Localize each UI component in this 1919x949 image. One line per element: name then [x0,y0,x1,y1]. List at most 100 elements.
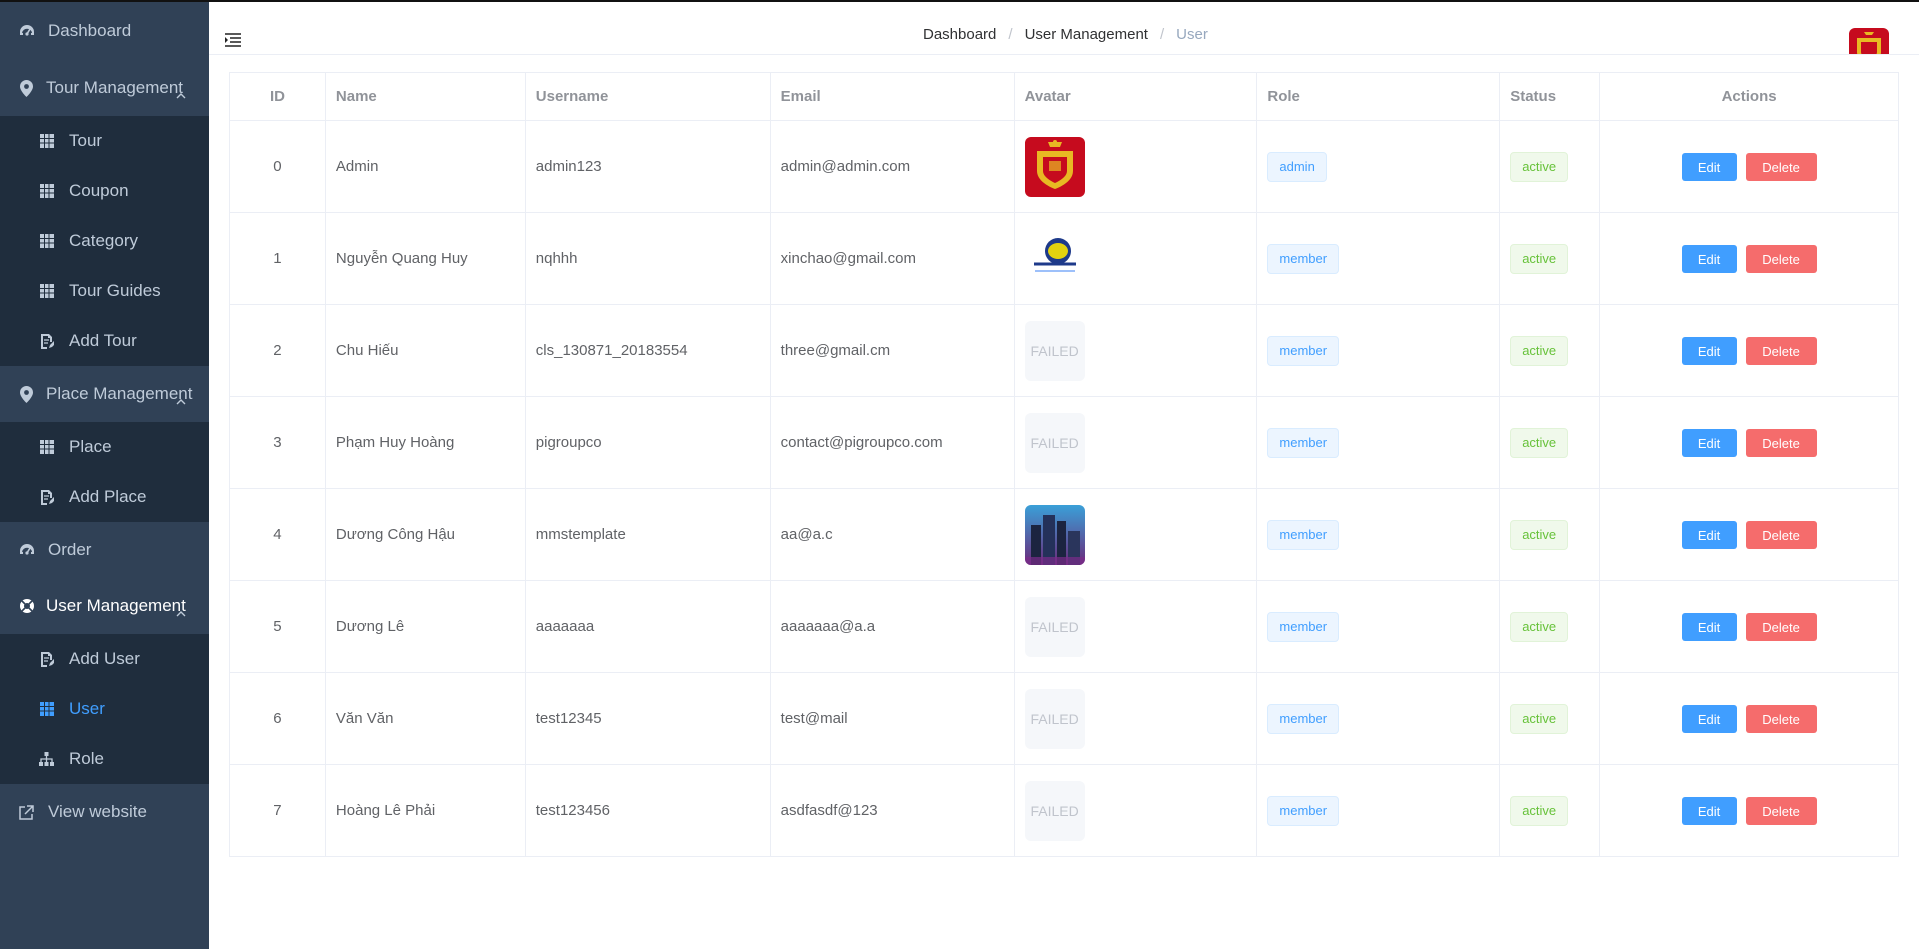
sidebar-item-coupon[interactable]: Coupon [0,166,209,216]
sidebar-item-add-user[interactable]: Add User [0,634,209,684]
delete-button[interactable]: Delete [1745,428,1817,457]
cell-avatar: FAILED [1013,672,1258,765]
sidebar-item-category[interactable]: Category [0,216,209,266]
table-grid-icon [39,284,54,299]
dashboard-icon [18,542,35,559]
dashboard-icon [18,23,35,40]
column-header-actions: Actions [1599,72,1899,121]
edit-button[interactable]: Edit [1681,152,1737,181]
sidebar-group-user-management[interactable]: User Management [0,578,209,634]
cell-id: 7 [229,764,326,857]
breadcrumb-item-dashboard[interactable]: Dashboard [923,26,996,43]
status-badge: active [1510,151,1569,182]
avatar-failed[interactable]: FAILED [1024,688,1085,749]
avatar-image-spain-crest[interactable] [1024,136,1085,197]
avatar-failed[interactable]: FAILED [1024,780,1085,841]
cell-email: contact@pigroupco.com [769,396,1015,489]
document-edit-icon [39,333,54,349]
sidebar-item-label: Add Place [69,487,147,506]
sidebar-item-add-tour[interactable]: Add Tour [0,316,209,366]
column-header-email[interactable]: Email [769,72,1015,121]
delete-button[interactable]: Delete [1745,612,1817,641]
table-row: 4 Dương Công Hậu mmstemplate aa@a.c memb… [229,488,1899,581]
edit-button[interactable]: Edit [1681,612,1737,641]
edit-button[interactable]: Edit [1681,428,1737,457]
column-header-name[interactable]: Name [324,72,526,121]
sidebar-item-tour-guides[interactable]: Tour Guides [0,266,209,316]
sidebar-item-label: User [69,699,105,718]
cell-role: member [1256,672,1501,765]
sidebar-item-label: Add Tour [69,331,137,350]
avatar-image-de-manejar-logo[interactable] [1024,228,1085,289]
column-header-role[interactable]: Role [1256,72,1501,121]
sidebar-item-user[interactable]: User [0,684,209,734]
column-header-username[interactable]: Username [524,72,771,121]
menu-fold-icon[interactable] [225,33,241,47]
edit-button[interactable]: Edit [1681,704,1737,733]
avatar-failed[interactable]: FAILED [1024,596,1085,657]
cell-name: Admin [324,120,526,213]
column-header-id[interactable]: ID [229,72,326,121]
table-row: 7 Hoàng Lê Phải test123456 asdfasdf@123 … [229,764,1899,857]
cell-status: active [1499,212,1601,305]
cell-role: member [1256,396,1501,489]
cell-status: active [1499,672,1601,765]
role-badge: member [1267,427,1340,458]
cell-id: 6 [229,672,326,765]
navbar: Dashboard / User Management / User [209,2,1919,55]
breadcrumb-item-current: User [1176,26,1208,43]
delete-button[interactable]: Delete [1745,336,1817,365]
edit-button[interactable]: Edit [1681,520,1737,549]
edit-button[interactable]: Edit [1681,336,1737,365]
status-badge: active [1510,519,1569,550]
cell-email: aaaaaaa@a.a [769,580,1015,673]
sidebar-item-dashboard[interactable]: Dashboard [0,2,209,60]
cell-name: Hoàng Lê Phải [324,764,526,857]
document-edit-icon [39,489,54,505]
sidebar-item-order[interactable]: Order [0,522,209,578]
cell-id: 0 [229,120,326,213]
avatar-image-city-night[interactable] [1024,504,1085,565]
breadcrumb-separator: / [1008,26,1013,43]
delete-button[interactable]: Delete [1745,796,1817,825]
column-header-avatar[interactable]: Avatar [1013,72,1258,121]
avatar-failed[interactable]: FAILED [1024,320,1085,381]
cell-avatar: FAILED [1013,580,1258,673]
cell-name: Phạm Huy Hoàng [324,396,526,489]
edit-button[interactable]: Edit [1681,244,1737,273]
delete-button[interactable]: Delete [1745,520,1817,549]
sidebar-item-add-place[interactable]: Add Place [0,472,209,522]
cell-avatar [1013,212,1258,305]
edit-button[interactable]: Edit [1681,796,1737,825]
sidebar-item-role[interactable]: Role [0,734,209,784]
delete-button[interactable]: Delete [1745,152,1817,181]
role-badge: member [1267,795,1340,826]
sidebar-item-place[interactable]: Place [0,422,209,472]
sidebar-group-place-management[interactable]: Place Management [0,366,209,422]
breadcrumb-item-user-management[interactable]: User Management [1025,26,1148,43]
sidebar-item-view-website[interactable]: View website [0,784,209,840]
role-badge: member [1267,703,1340,734]
cell-actions: Edit Delete [1599,764,1899,857]
sidebar-group-tour-management[interactable]: Tour Management [0,60,209,116]
cell-username: admin123 [524,120,771,213]
chevron-up-icon [176,84,186,98]
cell-email: three@gmail.cm [769,304,1015,397]
delete-button[interactable]: Delete [1745,244,1817,273]
sidebar-item-tour[interactable]: Tour [0,116,209,166]
cell-email: admin@admin.com [769,120,1015,213]
cell-actions: Edit Delete [1599,120,1899,213]
cell-id: 2 [229,304,326,397]
avatar-failed[interactable]: FAILED [1024,412,1085,473]
cell-name: Văn Văn [324,672,526,765]
cell-role: admin [1256,120,1501,213]
table-row: 1 Nguyễn Quang Huy nqhhh xinchao@gmail.c… [229,212,1899,305]
chevron-up-icon [176,602,186,616]
table-grid-icon [39,702,54,717]
delete-button[interactable]: Delete [1745,704,1817,733]
user-avatar[interactable] [1849,28,1889,54]
role-badge: member [1267,611,1340,642]
column-header-status[interactable]: Status [1499,72,1601,121]
cell-username: test123456 [524,764,771,857]
cell-role: member [1256,212,1501,305]
